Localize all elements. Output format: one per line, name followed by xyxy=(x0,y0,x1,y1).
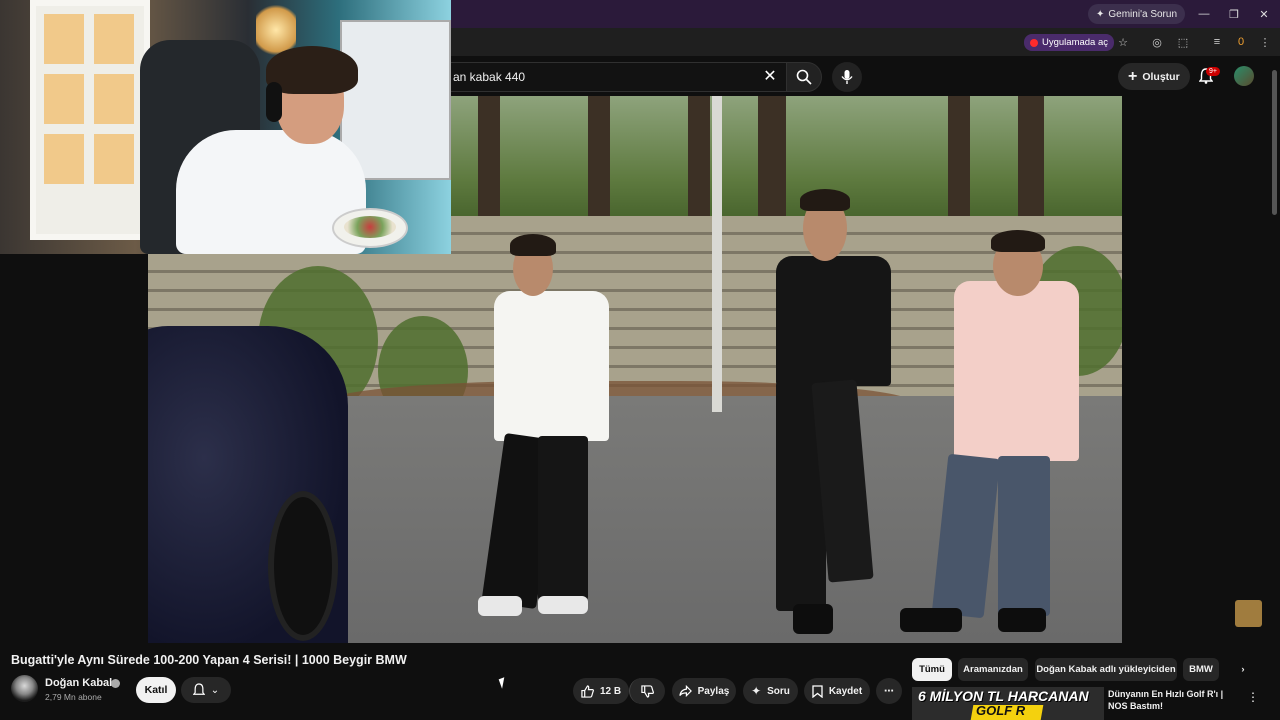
search-icon xyxy=(796,69,812,85)
save-label: Kaydet xyxy=(828,685,863,697)
verified-icon xyxy=(111,679,120,688)
account-avatar[interactable] xyxy=(1234,66,1254,86)
search-button[interactable] xyxy=(786,62,822,92)
plus-icon: + xyxy=(1128,67,1138,85)
tree-trunk xyxy=(1018,96,1044,216)
extension-counter[interactable]: 0 xyxy=(1232,34,1250,50)
like-count: 12 B xyxy=(599,685,622,697)
person-shoe xyxy=(793,604,833,634)
youtube-icon xyxy=(1030,38,1038,47)
door-pane xyxy=(44,14,84,64)
person-shoe xyxy=(478,596,522,616)
door-pane xyxy=(44,134,84,184)
chip-from-search[interactable]: Aramanızdan xyxy=(958,658,1028,681)
save-bookmark-icon xyxy=(812,684,823,698)
door-pane xyxy=(94,14,134,64)
browser-menu-icon[interactable]: ⋮ xyxy=(1256,34,1274,50)
tree-trunk xyxy=(688,96,710,216)
person-leg xyxy=(538,436,588,601)
save-button[interactable]: Kaydet xyxy=(804,678,870,704)
sparkle-icon: ✦ xyxy=(751,684,762,698)
voice-search-button[interactable] xyxy=(832,62,862,92)
chevron-down-icon: ⌄ xyxy=(210,684,220,696)
notification-badge: 9+ xyxy=(1206,67,1220,76)
tree-trunk xyxy=(588,96,610,216)
person-hair xyxy=(991,230,1045,252)
clear-search-icon[interactable]: ✕ xyxy=(760,66,780,86)
related-video-title[interactable]: Dünyanın En Hızlı Golf R'ı | NOS Bastım! xyxy=(1108,688,1243,712)
gemini-icon: ✦ xyxy=(1096,8,1105,20)
person-pink-shirt xyxy=(954,281,1079,461)
subscriber-count: 2,79 Mn abone xyxy=(45,692,102,702)
webcam-overlay xyxy=(0,0,451,254)
restore-icon[interactable]: ❐ xyxy=(1220,4,1248,24)
share-icon xyxy=(678,685,692,697)
related-video-thumbnail[interactable]: 6 MİLYON TL HARCANAN GOLF R xyxy=(912,687,1104,720)
person-shoe xyxy=(900,608,962,632)
search-input-value: an kabak 440 xyxy=(453,70,526,84)
search-input[interactable]: an kabak 440 xyxy=(440,62,786,92)
food xyxy=(344,216,396,238)
thumbnail-text: 6 MİLYON TL HARCANAN xyxy=(918,688,1089,704)
chip-from-uploader[interactable]: Doğan Kabak adlı yükleyiciden xyxy=(1035,658,1177,681)
create-label: Oluştur xyxy=(1142,70,1180,83)
door-pane xyxy=(94,134,134,184)
person-hair xyxy=(510,234,556,256)
media-control-icon[interactable]: ≡ xyxy=(1208,34,1226,50)
channel-avatar[interactable] xyxy=(11,675,38,702)
dislike-button[interactable] xyxy=(629,678,665,704)
tree-trunk xyxy=(478,96,500,216)
create-button[interactable]: + Oluştur xyxy=(1118,63,1190,90)
more-actions-button[interactable]: ⋯ xyxy=(876,678,902,704)
thumbs-up-icon xyxy=(581,684,594,698)
ask-label: Soru xyxy=(767,685,790,697)
tree-trunk xyxy=(948,96,970,216)
tree-trunk xyxy=(758,96,786,216)
incognito-icon[interactable]: ◎ xyxy=(1148,34,1166,50)
minimize-icon[interactable]: — xyxy=(1190,4,1218,24)
microphone-icon xyxy=(841,70,853,84)
share-label: Paylaş xyxy=(697,685,730,697)
person-shoe xyxy=(538,596,588,614)
door-pane xyxy=(44,74,84,124)
page-scrollbar[interactable] xyxy=(1272,70,1277,215)
mouse-cursor-icon xyxy=(498,675,514,689)
gemini-label: Gemini'a Sorun xyxy=(1108,8,1177,20)
share-button[interactable]: Paylaş xyxy=(672,678,736,704)
bell-icon xyxy=(192,683,205,695)
join-button[interactable]: Katıl xyxy=(136,677,176,703)
person-black-shirt xyxy=(776,256,891,386)
more-horizontal-icon: ⋯ xyxy=(884,685,894,697)
more-vertical-icon[interactable]: ⋮ xyxy=(1247,690,1259,704)
car-wheel xyxy=(268,491,338,641)
open-in-app-button[interactable]: Uygulamada aç xyxy=(1024,34,1115,51)
open-app-label: Uygulamada aç xyxy=(1042,37,1109,48)
close-icon[interactable]: ✕ xyxy=(1250,4,1278,24)
door-pane xyxy=(94,74,134,124)
person-leg xyxy=(998,456,1050,616)
chip-all[interactable]: Tümü xyxy=(912,658,952,681)
pc-case xyxy=(340,20,451,180)
headphones xyxy=(266,82,282,122)
light-pole xyxy=(712,96,722,412)
channel-watermark[interactable] xyxy=(1235,600,1262,627)
extensions-icon[interactable]: ⬚ xyxy=(1174,34,1192,50)
gemini-button[interactable]: ✦ Gemini'a Sorun xyxy=(1088,4,1185,24)
subscription-bell-button[interactable]: ⌄ xyxy=(181,677,231,703)
chip-bmw[interactable]: BMW xyxy=(1183,658,1219,681)
bookmark-star-icon[interactable]: ☆ xyxy=(1114,34,1132,50)
like-button[interactable]: 12 B xyxy=(573,678,629,704)
thumbs-down-icon xyxy=(641,684,654,698)
person-hair xyxy=(800,189,850,211)
channel-name[interactable]: Doğan Kabak xyxy=(45,677,115,689)
chevron-right-icon[interactable]: › xyxy=(1232,658,1254,681)
person-white-shirt xyxy=(494,291,609,441)
ask-button[interactable]: ✦ Soru xyxy=(743,678,798,704)
person-shoe xyxy=(998,608,1046,632)
video-title: Bugatti'yle Aynı Sürede 100-200 Yapan 4 … xyxy=(11,653,407,667)
thumbnail-subtext: GOLF R xyxy=(976,703,1026,718)
french-door xyxy=(30,0,150,240)
